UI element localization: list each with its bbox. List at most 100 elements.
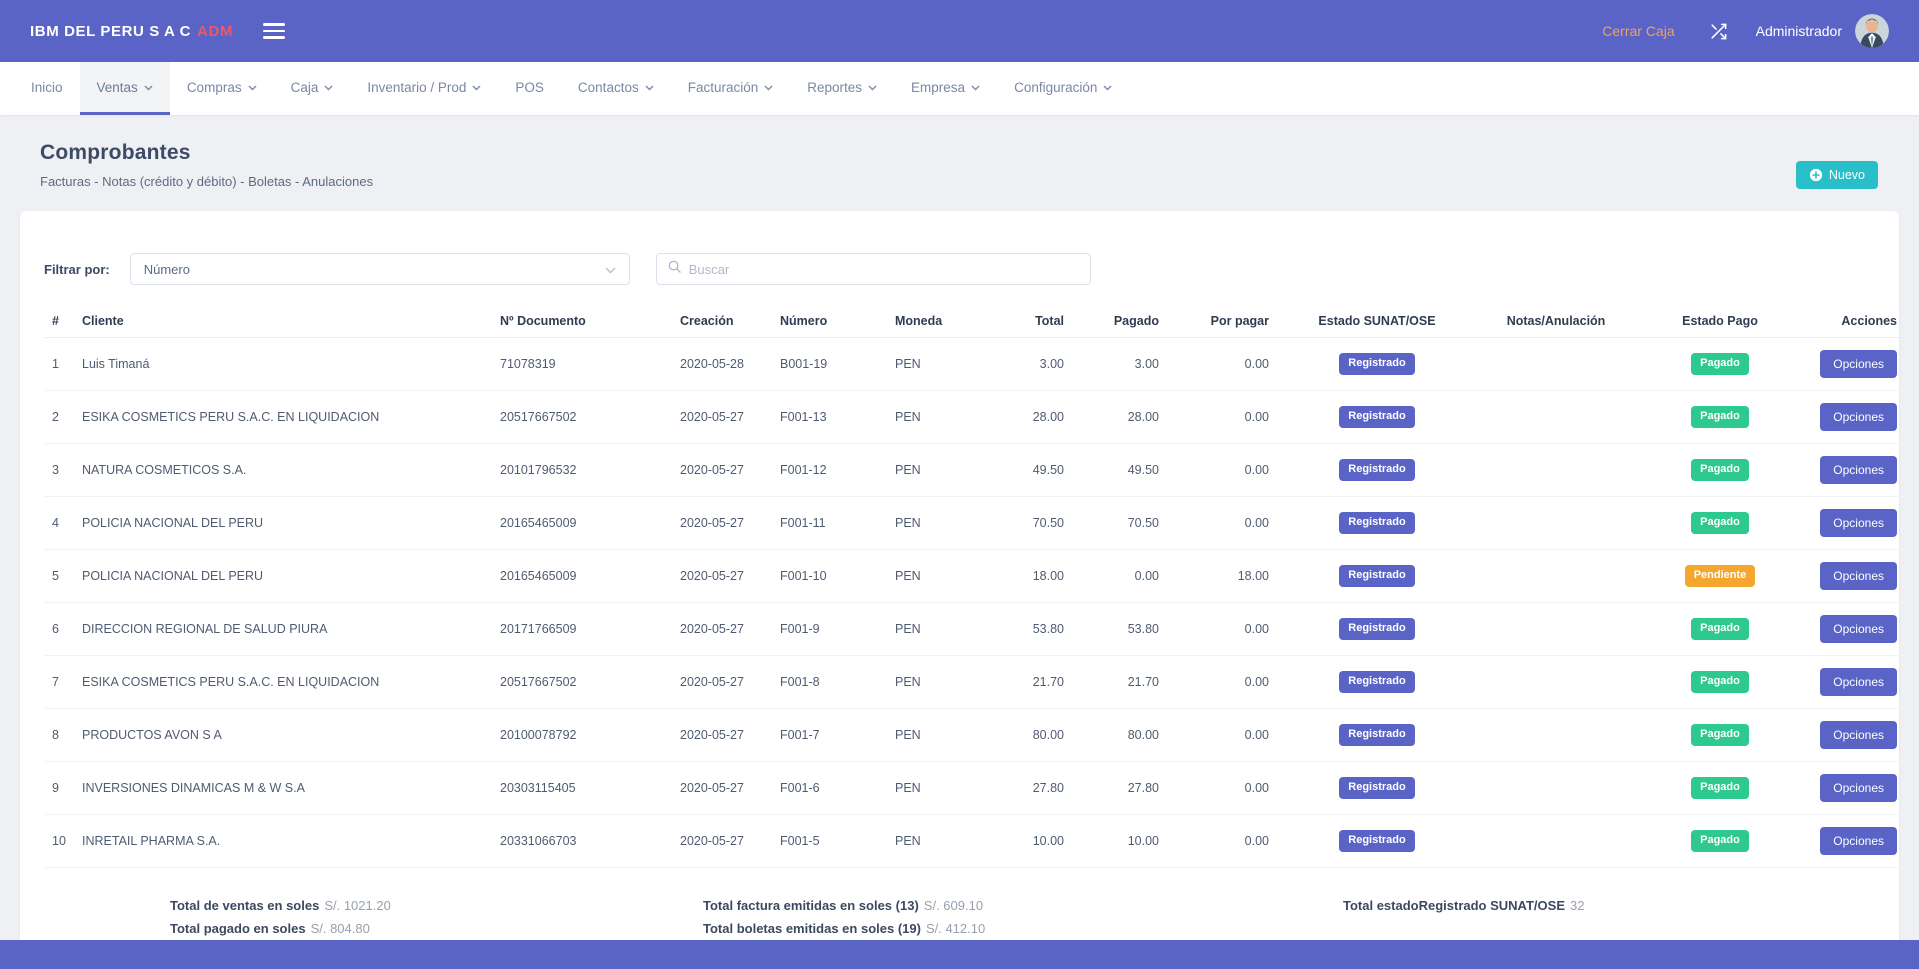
cell-index: 7 <box>44 656 74 709</box>
top-header: IBM DEL PERU S A CADM Cerrar Caja Admini… <box>0 0 1919 62</box>
page-title: Comprobantes <box>40 141 373 165</box>
opciones-button[interactable]: Opciones <box>1820 456 1897 484</box>
cell-moneda: PEN <box>887 338 982 391</box>
sunat-status-badge: Registrado <box>1339 830 1414 851</box>
cell-cliente: DIRECCION REGIONAL DE SALUD PIURA <box>74 603 492 656</box>
nav-item-inicio[interactable]: Inicio <box>14 62 80 115</box>
cell-creacion: 2020-05-27 <box>672 603 772 656</box>
sunat-status-badge: Registrado <box>1339 353 1414 374</box>
cell-cliente: INVERSIONES DINAMICAS M & W S.A <box>74 762 492 815</box>
cell-notas <box>1477 656 1635 709</box>
cell-por-pagar: 0.00 <box>1167 391 1277 444</box>
total-ventas-value: S/. 1021.20 <box>324 898 391 913</box>
cell-cliente: POLICIA NACIONAL DEL PERU <box>74 497 492 550</box>
cell-total: 80.00 <box>982 709 1072 762</box>
pago-status-badge: Pagado <box>1691 724 1749 745</box>
cell-total: 28.00 <box>982 391 1072 444</box>
cell-documento: 20517667502 <box>492 656 672 709</box>
hamburger-menu-icon[interactable] <box>263 23 285 39</box>
sunat-status-badge: Registrado <box>1339 459 1414 480</box>
table-row: 7 ESIKA COSMETICS PERU S.A.C. EN LIQUIDA… <box>44 656 1905 709</box>
opciones-button[interactable]: Opciones <box>1820 403 1897 431</box>
total-boletas-label: Total boletas emitidas en soles (19) <box>703 921 921 936</box>
avatar[interactable] <box>1855 14 1889 48</box>
opciones-button[interactable]: Opciones <box>1820 350 1897 378</box>
search-input[interactable] <box>689 262 1079 277</box>
cell-index: 9 <box>44 762 74 815</box>
cell-pagado: 3.00 <box>1072 338 1167 391</box>
filter-select[interactable]: Número <box>130 253 630 285</box>
nav-item-facturacion[interactable]: Facturación <box>671 62 791 115</box>
opciones-button[interactable]: Opciones <box>1820 721 1897 749</box>
nav-item-ventas[interactable]: Ventas <box>80 62 170 115</box>
col-moneda: Moneda <box>887 305 982 338</box>
cell-total: 49.50 <box>982 444 1072 497</box>
cell-por-pagar: 0.00 <box>1167 762 1277 815</box>
cell-notas <box>1477 550 1635 603</box>
nav-item-contactos[interactable]: Contactos <box>561 62 671 115</box>
cell-numero: F001-10 <box>772 550 887 603</box>
opciones-button[interactable]: Opciones <box>1820 827 1897 855</box>
footer-bar <box>0 940 1919 969</box>
search-box <box>656 253 1091 285</box>
main-nav: Inicio Ventas Compras Caja Inventario / … <box>0 62 1919 115</box>
chevron-down-icon <box>868 85 877 91</box>
cell-creacion: 2020-05-27 <box>672 815 772 868</box>
cell-notas <box>1477 444 1635 497</box>
avatar-image <box>1855 14 1889 48</box>
cell-index: 6 <box>44 603 74 656</box>
nav-item-caja[interactable]: Caja <box>274 62 351 115</box>
cell-moneda: PEN <box>887 656 982 709</box>
cell-notas <box>1477 815 1635 868</box>
sunat-status-badge: Registrado <box>1339 724 1414 745</box>
cell-numero: F001-13 <box>772 391 887 444</box>
opciones-button[interactable]: Opciones <box>1820 774 1897 802</box>
cell-moneda: PEN <box>887 762 982 815</box>
cell-total: 10.00 <box>982 815 1072 868</box>
cell-index: 4 <box>44 497 74 550</box>
cell-numero: F001-12 <box>772 444 887 497</box>
cell-cliente: NATURA COSMETICOS S.A. <box>74 444 492 497</box>
cerrar-caja-link[interactable]: Cerrar Caja <box>1602 23 1674 39</box>
new-button[interactable]: Nuevo <box>1796 161 1878 189</box>
table-row: 8 PRODUCTOS AVON S A 20100078792 2020-05… <box>44 709 1905 762</box>
totals-estado: Total estadoRegistrado SUNAT/OSE32 <box>1343 894 1875 940</box>
nav-item-compras[interactable]: Compras <box>170 62 274 115</box>
cell-cliente: ESIKA COSMETICS PERU S.A.C. EN LIQUIDACI… <box>74 656 492 709</box>
cell-numero: F001-9 <box>772 603 887 656</box>
col-total: Total <box>982 305 1072 338</box>
sunat-status-badge: Registrado <box>1339 777 1414 798</box>
pago-status-badge: Pagado <box>1691 830 1749 851</box>
nav-item-inventario[interactable]: Inventario / Prod <box>350 62 498 115</box>
cell-documento: 20331066703 <box>492 815 672 868</box>
pago-status-badge: Pagado <box>1691 406 1749 427</box>
cell-numero: B001-19 <box>772 338 887 391</box>
cell-pagado: 70.50 <box>1072 497 1167 550</box>
opciones-button[interactable]: Opciones <box>1820 668 1897 696</box>
user-name[interactable]: Administrador <box>1756 23 1842 39</box>
nav-item-empresa[interactable]: Empresa <box>894 62 997 115</box>
totals-summary: Total de ventas en solesS/. 1021.20 Tota… <box>44 894 1875 940</box>
cell-creacion: 2020-05-27 <box>672 550 772 603</box>
nav-item-configuracion[interactable]: Configuración <box>997 62 1129 115</box>
top-header-right: Cerrar Caja Administrador <box>1602 14 1889 48</box>
comprobantes-table: # Cliente Nº Documento Creación Número M… <box>44 305 1905 868</box>
cell-documento: 20171766509 <box>492 603 672 656</box>
cell-por-pagar: 18.00 <box>1167 550 1277 603</box>
shuffle-icon[interactable] <box>1709 22 1728 41</box>
cell-total: 27.80 <box>982 762 1072 815</box>
opciones-button[interactable]: Opciones <box>1820 615 1897 643</box>
cell-por-pagar: 0.00 <box>1167 709 1277 762</box>
cell-notas <box>1477 497 1635 550</box>
nav-item-pos[interactable]: POS <box>498 62 561 115</box>
pago-status-badge: Pagado <box>1691 353 1749 374</box>
cell-numero: F001-5 <box>772 815 887 868</box>
pago-status-badge: Pendiente <box>1685 565 1756 586</box>
opciones-button[interactable]: Opciones <box>1820 562 1897 590</box>
nav-item-reportes[interactable]: Reportes <box>790 62 894 115</box>
opciones-button[interactable]: Opciones <box>1820 509 1897 537</box>
cell-notas <box>1477 709 1635 762</box>
cell-moneda: PEN <box>887 815 982 868</box>
col-pagado: Pagado <box>1072 305 1167 338</box>
cell-moneda: PEN <box>887 444 982 497</box>
